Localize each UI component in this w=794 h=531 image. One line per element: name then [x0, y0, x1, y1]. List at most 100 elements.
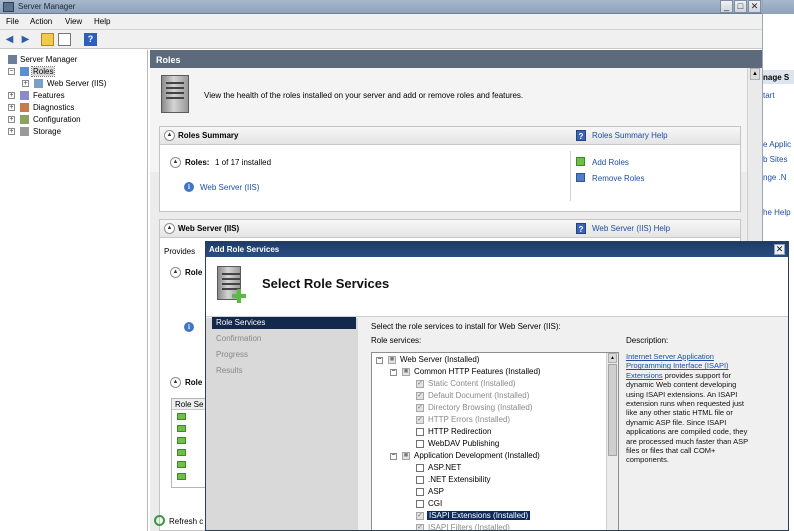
role-service-icon	[177, 437, 186, 444]
checkbox[interactable]	[416, 440, 424, 448]
instruction-text: Select the role services to install for …	[371, 322, 561, 331]
actions-titlebar	[763, 0, 794, 14]
checkbox[interactable]: ■	[388, 356, 396, 364]
provides-text: Provides	[164, 247, 196, 256]
server-manager-icon	[3, 2, 14, 12]
checkbox[interactable]	[416, 428, 424, 436]
role-service-icon	[177, 425, 186, 432]
expand-icon[interactable]: +	[8, 128, 15, 135]
action-start[interactable]: tart	[763, 91, 775, 100]
storage-icon	[20, 127, 29, 136]
add-role-services-dialog: Add Role Services ✕ Select Role Services…	[205, 241, 789, 531]
web-server-title: Web Server (IIS)	[178, 224, 240, 233]
close-button[interactable]: ✕	[748, 0, 761, 13]
collapse-chevron-icon[interactable]: ▲	[170, 157, 181, 168]
scroll-up-icon[interactable]: ▲	[750, 68, 760, 80]
collapse-chevron-icon[interactable]: ▲	[164, 223, 175, 234]
checkbox[interactable]: ✓	[416, 380, 424, 388]
checkbox[interactable]	[416, 476, 424, 484]
scroll-thumb[interactable]	[608, 364, 617, 456]
tree-features[interactable]: Features	[33, 91, 65, 100]
web-server-icon	[34, 79, 43, 88]
forward-arrow-icon[interactable]: ▶	[19, 33, 32, 46]
web-server-link[interactable]: Web Server (IIS)	[200, 183, 259, 192]
description-panel: Internet Server Application Programming …	[626, 352, 756, 465]
menu-help[interactable]: Help	[94, 17, 110, 26]
collapse-icon[interactable]: −	[390, 452, 397, 460]
web-server-help-link[interactable]: Web Server (IIS) Help	[592, 224, 670, 233]
description-text: provides support for dynamic Web content…	[626, 370, 749, 465]
dialog-heading: Select Role Services	[262, 276, 390, 291]
tree-diagnostics[interactable]: Diagnostics	[33, 103, 74, 112]
step-role-services[interactable]: Role Services	[212, 317, 356, 329]
role-section-partial: Role	[185, 268, 203, 277]
action-help[interactable]: he Help	[763, 208, 791, 217]
step-results[interactable]: Results	[212, 365, 356, 377]
checkbox[interactable]: ✓	[416, 524, 424, 530]
checkbox[interactable]: ■	[402, 368, 410, 376]
table-header-role-services[interactable]: Role Se	[175, 400, 203, 409]
menu-action[interactable]: Action	[30, 17, 52, 26]
tree-configuration[interactable]: Configuration	[33, 115, 81, 124]
tree-storage[interactable]: Storage	[33, 127, 61, 136]
role-section-partial: Role	[185, 378, 203, 387]
add-roles-link[interactable]: Add Roles	[592, 158, 629, 167]
checkbox[interactable]: ✓	[416, 404, 424, 412]
checkbox[interactable]: ■	[402, 452, 410, 460]
collapse-icon[interactable]: −	[390, 368, 397, 376]
minimize-button[interactable]: _	[720, 0, 733, 13]
actions-header: nage S	[763, 73, 790, 82]
checkbox[interactable]: ✓	[416, 512, 424, 520]
tree-roles[interactable]: Roles	[30, 66, 56, 77]
dialog-close-button[interactable]: ✕	[774, 244, 785, 255]
expand-icon[interactable]: +	[22, 80, 29, 87]
collapse-chevron-icon[interactable]: ▲	[164, 130, 175, 141]
collapse-chevron-icon[interactable]: ▲	[170, 267, 181, 278]
menu-file[interactable]: File	[6, 17, 19, 26]
collapse-icon[interactable]: −	[376, 356, 383, 364]
menu-view[interactable]: View	[65, 17, 82, 26]
expand-icon[interactable]: +	[8, 116, 15, 123]
action-sites[interactable]: b Sites	[763, 155, 787, 164]
refresh-text: Refresh c	[169, 517, 204, 526]
checkbox[interactable]	[416, 464, 424, 472]
roles-summary-header: ▲ Roles Summary ? Roles Summary Help	[160, 127, 740, 145]
server-image-icon	[161, 75, 189, 113]
checkbox[interactable]	[416, 488, 424, 496]
tree-web-server[interactable]: Web Server (IIS)	[47, 79, 106, 88]
step-progress[interactable]: Progress	[212, 349, 356, 361]
action-change-net[interactable]: nge .N	[763, 173, 787, 182]
checkbox[interactable]: ✓	[416, 392, 424, 400]
services-scrollbar[interactable]: ▲	[606, 353, 618, 530]
roles-summary-title: Roles Summary	[178, 131, 239, 140]
dialog-title: Add Role Services	[209, 245, 280, 254]
checkbox[interactable]	[416, 500, 424, 508]
role-services-list[interactable]: − ■ Web Server (Installed) − ■ Common HT…	[371, 352, 619, 530]
expand-icon[interactable]: +	[8, 104, 15, 111]
tree-server-manager[interactable]: Server Manager	[20, 55, 77, 64]
action-applications[interactable]: e Applic	[763, 140, 791, 149]
maximize-button[interactable]: □	[734, 0, 747, 13]
scroll-up-icon[interactable]: ▲	[608, 353, 617, 363]
toolbar: ◀ ▶ ?	[0, 30, 762, 49]
roles-count: 1 of 17 installed	[215, 158, 272, 167]
refresh-icon[interactable]	[154, 515, 165, 526]
back-arrow-icon[interactable]: ◀	[3, 33, 16, 46]
show-hide-tree-icon[interactable]	[58, 33, 71, 46]
server-manager-node-icon	[8, 55, 17, 64]
up-folder-icon[interactable]	[41, 33, 54, 46]
expand-icon[interactable]: +	[8, 92, 15, 99]
roles-summary-help-link[interactable]: Roles Summary Help	[592, 131, 668, 140]
roles-summary-panel: ▲ Roles Summary ? Roles Summary Help ▲ R…	[159, 126, 741, 212]
roles-icon	[20, 67, 29, 76]
role-service-icon	[177, 473, 186, 480]
window-title-bar: Server Manager _ □ ✕	[0, 0, 762, 14]
features-icon	[20, 91, 29, 100]
collapse-chevron-icon[interactable]: ▲	[170, 377, 181, 388]
checkbox[interactable]: ✓	[416, 416, 424, 424]
help-icon[interactable]: ?	[84, 33, 97, 46]
info-icon: i	[184, 322, 194, 332]
collapse-icon[interactable]: −	[8, 68, 15, 75]
step-confirmation[interactable]: Confirmation	[212, 333, 356, 345]
remove-roles-link[interactable]: Remove Roles	[592, 174, 644, 183]
